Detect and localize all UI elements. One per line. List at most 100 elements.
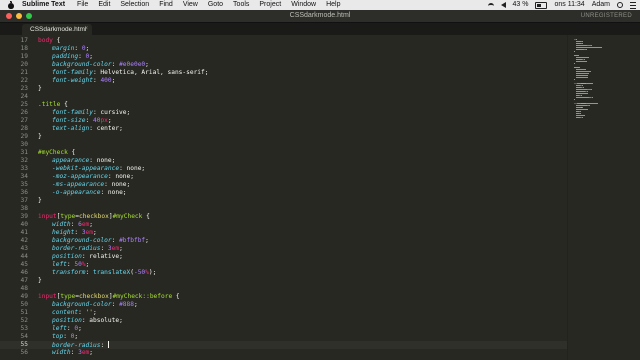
menu-view[interactable]: View [183, 0, 198, 10]
menu-tools[interactable]: Tools [233, 0, 249, 10]
code-token: width [52, 221, 71, 228]
code-token: position [52, 253, 82, 260]
line-number: 56 [20, 349, 28, 356]
code-token: } [38, 133, 42, 140]
menu-window[interactable]: Window [291, 0, 316, 10]
line-number: 34 [20, 173, 28, 180]
code-text: transform: translateX(-50%); [52, 269, 156, 277]
minimap[interactable] [567, 35, 640, 360]
line-number: 44 [20, 253, 28, 260]
minimap-stroke [576, 77, 584, 78]
minimap-stroke [589, 105, 590, 106]
line-number: 22 [20, 77, 28, 84]
code-token: transform [52, 269, 86, 276]
minimap-stroke [576, 91, 584, 92]
code-token: -o-appearance [52, 189, 101, 196]
code-token: #myCheck [112, 213, 143, 220]
minimap-stroke [576, 73, 585, 74]
apple-icon[interactable] [7, 1, 15, 9]
menu-file[interactable]: File [77, 0, 88, 10]
notification-center-icon[interactable] [630, 1, 636, 9]
line-number: 46 [20, 269, 28, 276]
code-token: : none; [104, 181, 131, 188]
spotlight-icon[interactable] [617, 2, 623, 8]
volume-icon[interactable] [500, 2, 506, 8]
battery-percent[interactable]: 43 % [513, 0, 529, 10]
code-text: -o-appearance: none; [52, 189, 127, 197]
code-text: border-radius: 3em; [52, 245, 123, 253]
minimap-stroke [586, 49, 587, 50]
minimap-stroke [591, 89, 592, 90]
minimap-stroke [576, 71, 587, 72]
code-token: ; [89, 349, 94, 356]
menu-goto[interactable]: Goto [208, 0, 223, 10]
code-text: width: 3em; [52, 349, 93, 357]
menu-edit[interactable]: Edit [98, 0, 110, 10]
menu-project[interactable]: Project [259, 0, 281, 10]
code-token: -50 [133, 269, 146, 276]
minimap-stroke [576, 39, 577, 40]
line-number: 19 [20, 53, 28, 60]
code-token: -ms-appearance [52, 181, 105, 188]
code-text: } [38, 277, 42, 285]
code-token: checkbox [79, 213, 109, 220]
minimap-stroke [579, 67, 580, 68]
code-token: #888 [119, 301, 134, 308]
close-tab-icon[interactable]: × [84, 24, 88, 35]
code-token: : none; [100, 189, 127, 196]
code-token: ; [74, 333, 79, 340]
code-token: : Helvetica, Arial, sans-serif; [92, 69, 209, 76]
line-number: 21 [20, 69, 28, 76]
minimap-stroke [584, 77, 588, 78]
code-token: : [63, 333, 71, 340]
menu-help[interactable]: Help [326, 0, 340, 10]
code-editor[interactable]: 17 body {18 margin: 0; 19 padding: 0; 20 backg… [0, 35, 567, 360]
user-name[interactable]: Adam [592, 0, 610, 10]
code-token: left [52, 261, 67, 268]
minimap-stroke [597, 103, 598, 104]
code-line[interactable]: 55 border-radius: [0, 341, 567, 349]
tab-cssdarkmode[interactable]: CSSdarkmode.html × [22, 24, 92, 35]
menu-find[interactable]: Find [159, 0, 173, 10]
code-text: left: 0; [52, 325, 82, 333]
line-number: 43 [20, 245, 28, 252]
wifi-icon[interactable] [487, 2, 494, 8]
code-token: : [111, 301, 120, 308]
code-text: font-family: cursive; [52, 109, 130, 117]
code-token: } [38, 197, 42, 204]
line-number: 37 [20, 197, 28, 204]
minimap-stroke [576, 89, 586, 90]
battery-icon[interactable] [535, 1, 548, 9]
line-number: 53 [20, 325, 28, 332]
minimap-stroke [576, 47, 583, 48]
clock[interactable]: ons 11:34 [554, 0, 584, 10]
code-token: #myCheck [38, 149, 68, 156]
menu-app-name[interactable]: Sublime Text [22, 0, 65, 10]
code-token: width [52, 349, 71, 356]
code-text: #myCheck { [38, 149, 75, 157]
code-token: background-color [52, 61, 112, 68]
minimap-stroke [576, 57, 583, 58]
minimap-stroke [583, 57, 589, 58]
code-token: ; [133, 301, 138, 308]
code-token: : [111, 61, 120, 68]
code-token: checkbox [79, 293, 109, 300]
menu-selection[interactable]: Selection [120, 0, 149, 10]
minimap-stroke [583, 47, 602, 48]
code-token: .title [38, 101, 61, 108]
code-token: position [52, 317, 82, 324]
minimap-stroke [576, 115, 584, 116]
code-token: : relative; [81, 253, 123, 260]
code-token: font-family [52, 109, 93, 116]
code-token: : none; [89, 157, 116, 164]
code-token: ; [89, 53, 93, 60]
code-text: input[type=checkbox]#myCheck::before { [38, 293, 180, 301]
window-title-bar: CSSdarkmode.html UNREGISTERED [0, 10, 640, 23]
minimap-stroke [592, 83, 593, 84]
code-token: ); [148, 269, 157, 276]
code-token: } [38, 277, 42, 284]
minimap-stroke [581, 109, 588, 110]
code-token: : absolute; [81, 317, 123, 324]
code-token: appearance [52, 157, 90, 164]
line-number: 52 [20, 317, 28, 324]
